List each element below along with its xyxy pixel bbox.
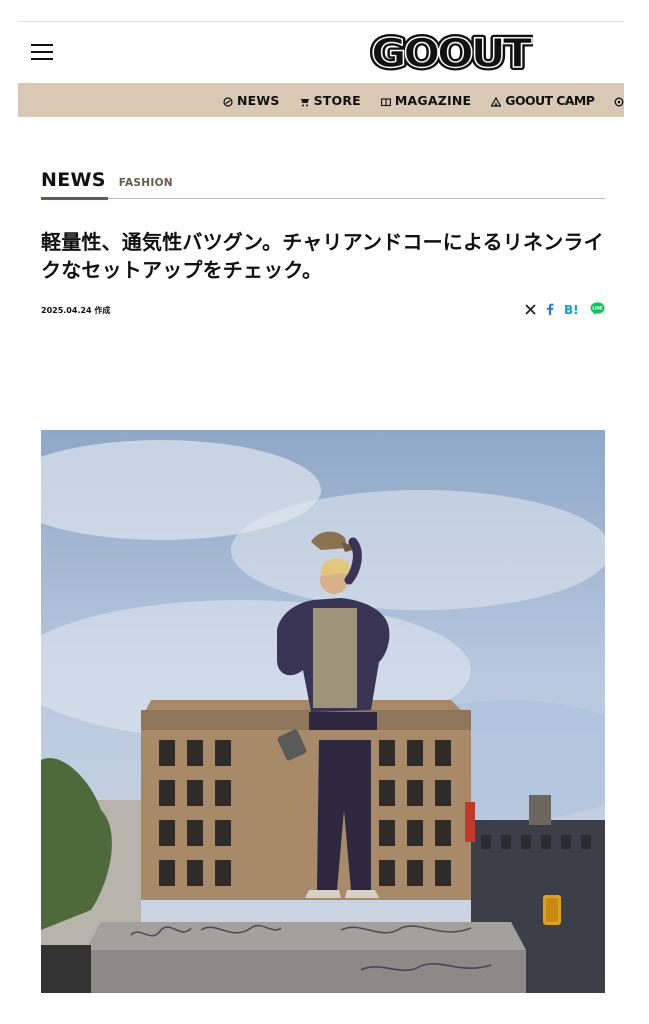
goout-logo[interactable]: GOOUT GOOUT <box>369 32 533 72</box>
nav-item-label: MAGAZINE <box>394 92 472 108</box>
line-share-icon[interactable]: LINE <box>590 302 605 320</box>
site-header: GOOUT GOOUT <box>18 22 624 83</box>
nav-item-label: GOOUT CAMP <box>505 92 595 108</box>
svg-text:GOOUT: GOOUT <box>371 32 533 72</box>
nav-item-label: NEWS <box>237 92 280 108</box>
hatena-bookmark-icon[interactable]: B! <box>564 302 580 320</box>
article-hero-image <box>41 430 605 993</box>
nav-item-magazine[interactable]: MAGAZINE <box>380 92 472 108</box>
article-date: 2025.04.24 作成 <box>41 306 111 315</box>
subcategory-label[interactable]: FASHION <box>119 177 173 189</box>
magazine-icon <box>380 95 391 107</box>
news-icon <box>223 95 233 107</box>
nav-item-store[interactable]: STORE <box>300 93 361 108</box>
nav-item-goout-camp[interactable]: GOOUT CAMP <box>490 92 595 108</box>
svg-text:B!: B! <box>564 303 579 315</box>
category-divider <box>41 198 605 199</box>
global-nav-bar: NEWS STORE MAGAZINE GOOUT CAMP C <box>18 83 624 117</box>
logo-graphic: GOOUT GOOUT <box>369 32 533 72</box>
x-share-icon[interactable] <box>525 302 536 320</box>
category-divider-accent <box>41 197 108 200</box>
share-buttons: B! LINE <box>515 302 605 320</box>
nav-item-news[interactable]: NEWS <box>223 93 280 108</box>
store-icon <box>300 95 310 107</box>
svg-text:LINE: LINE <box>592 306 603 311</box>
fashion-photo <box>41 430 605 993</box>
nav-item-more[interactable]: C <box>614 93 624 108</box>
facebook-share-icon[interactable] <box>546 302 554 320</box>
article-category: NEWS FASHION <box>41 169 173 191</box>
circle-icon <box>614 95 624 107</box>
camp-tent-icon <box>490 95 502 107</box>
category-label[interactable]: NEWS <box>41 169 106 191</box>
article-title: 軽量性、通気性バツグン。チャリアンドコーによるリネンライクなセットアップをチェッ… <box>41 230 604 282</box>
hamburger-menu-icon[interactable] <box>31 44 53 60</box>
nav-item-label: STORE <box>313 92 361 108</box>
